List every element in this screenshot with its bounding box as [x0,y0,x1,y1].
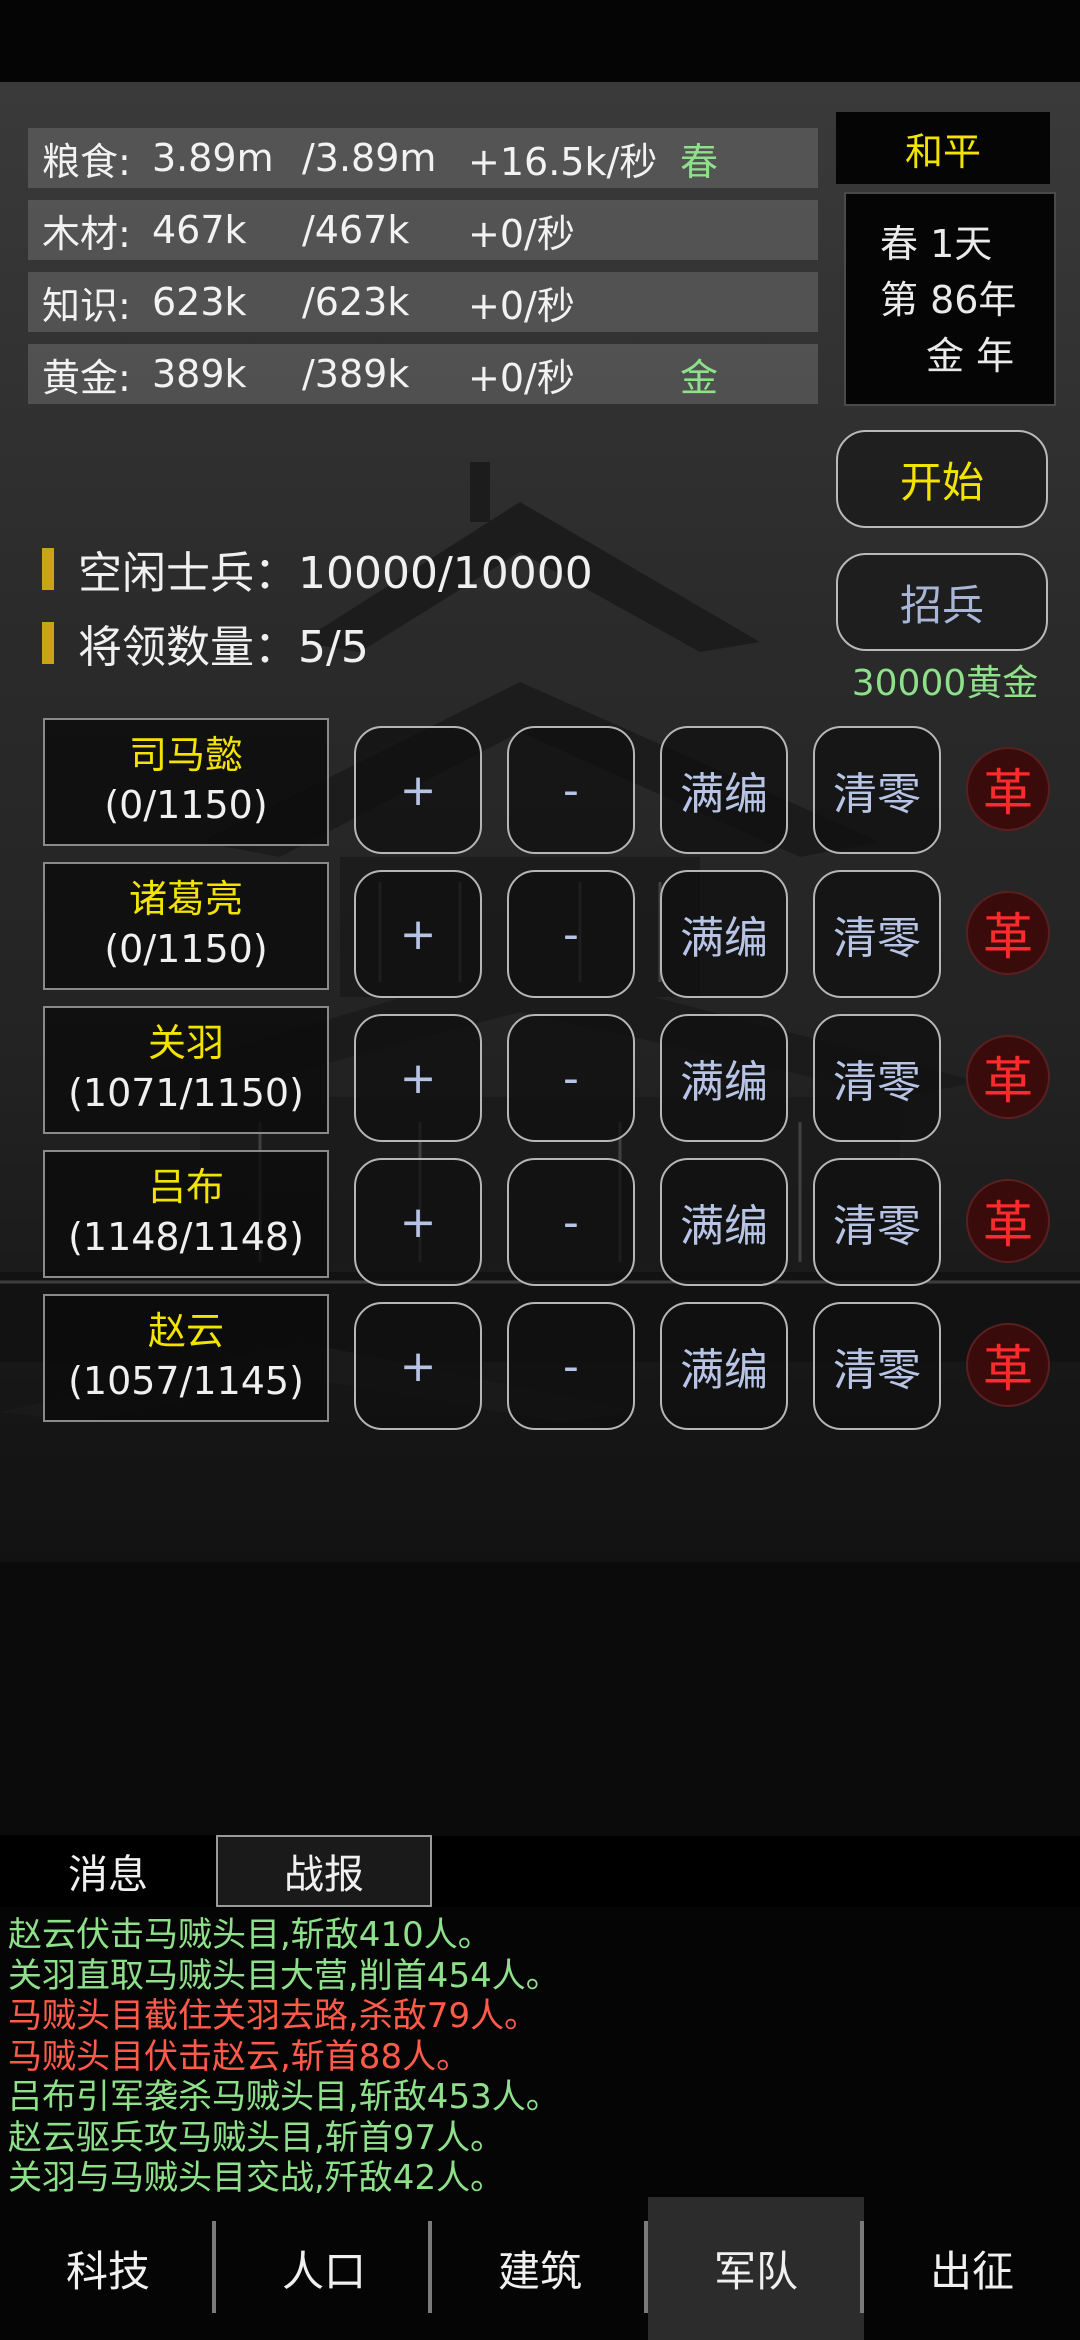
nav-label: 建筑 [497,2247,582,2296]
general-count: 将领数量：5/5 [42,615,369,673]
general-name: 赵云 [147,1309,224,1353]
remove-troops-button[interactable]: - [507,1302,635,1430]
nav-expedition[interactable]: 出征 [864,2197,1080,2340]
season-tag: 春 [680,139,719,184]
resource-current: 389k [152,352,247,396]
recruit-button[interactable]: 招兵 [836,553,1048,651]
nav-population[interactable]: 人口 [216,2197,432,2340]
fill-troops-button[interactable]: 满编 [660,1302,788,1430]
resource-name: 知识: [42,283,131,328]
general-name: 吕布 [147,1165,224,1209]
resource-cap: /467k [302,208,410,252]
resource-name: 木材: [42,211,131,256]
idle-soldiers: 空闲士兵：10000/10000 [42,541,593,599]
general-name: 诸葛亮 [128,877,243,921]
resource-row-gold: 黄金: 389k /389k +0/秒 金 [28,344,818,404]
start-button[interactable]: 开始 [836,430,1048,528]
log-entry: 赵云驱兵攻马贼头目,斩首97人。 [8,2117,505,2158]
general-troops: (0/1150) [104,783,268,827]
add-troops-button[interactable]: + [354,1158,482,1286]
general-troops: (0/1150) [104,927,268,971]
general-name: 关羽 [147,1021,224,1065]
remove-troops-button[interactable]: - [507,1158,635,1286]
add-troops-button[interactable]: + [354,1014,482,1142]
resource-row-food: 粮食: 3.89m /3.89m +16.5k/秒 春 [28,128,818,188]
remove-troops-button[interactable]: - [507,1014,635,1142]
dismiss-general-button[interactable]: 革 [966,747,1050,831]
clear-troops-button[interactable]: 清零 [813,1302,941,1430]
bullet-bar-icon [42,622,54,664]
fill-troops-button[interactable]: 满编 [660,726,788,854]
resource-row-knowledge: 知识: 623k /623k +0/秒 [28,272,818,332]
add-troops-button[interactable]: + [354,870,482,998]
nav-label: 科技 [65,2247,150,2296]
general-card: 司马懿 (0/1150) [43,718,329,846]
general-troops: (1057/1145) [68,1359,304,1403]
fill-troops-button[interactable]: 满编 [660,1014,788,1142]
element-tag: 金 [680,355,719,400]
dismiss-general-button[interactable]: 革 [966,1179,1050,1263]
log-entry: 赵云伏击马贼头目,斩敌410人。 [8,1915,492,1955]
message-log: 赵云伏击马贼头目,斩敌410人。 关羽直取马贼头目大营,削首454人。 马贼头目… [0,1907,1080,2198]
dismiss-general-button[interactable]: 革 [966,891,1050,975]
year: 第 86年 [880,278,1017,322]
game-screen: 粮食: 3.89m /3.89m +16.5k/秒 春 木材: 467k /46… [0,0,1080,2340]
add-troops-button[interactable]: + [354,1302,482,1430]
resource-rate: +0/秒 [468,355,575,400]
resource-name: 黄金: [42,355,131,400]
nav-label: 出征 [929,2247,1014,2296]
clear-troops-button[interactable]: 清零 [813,1014,941,1142]
nav-tech[interactable]: 科技 [0,2197,216,2340]
fill-troops-button[interactable]: 满编 [660,1158,788,1286]
status-bar [0,0,1080,82]
dismiss-general-button[interactable]: 革 [966,1035,1050,1119]
resource-name: 粮食: [42,139,131,184]
resource-rate: +0/秒 [468,283,575,328]
log-entry: 马贼头目伏击赵云,斩首88人。 [8,2036,471,2077]
tab-battle-report[interactable]: 战报 [216,1835,432,1907]
element-year: 金 年 [926,334,1015,378]
resource-current: 3.89m [152,136,274,180]
general-card: 诸葛亮 (0/1150) [43,862,329,990]
resource-rate: +0/秒 [468,211,575,256]
resource-current: 623k [152,280,247,324]
log-entry: 吕布引军袭杀马贼头目,斩敌453人。 [8,2077,560,2117]
general-troops: (1071/1150) [68,1071,304,1115]
bullet-bar-icon [42,548,54,590]
idle-soldiers-label: 空闲士兵：10000/10000 [78,548,593,599]
fill-troops-button[interactable]: 满编 [660,870,788,998]
recruit-cost: 30000黄金 [851,663,1039,704]
clear-troops-button[interactable]: 清零 [813,1158,941,1286]
resource-rate: +16.5k/秒 [468,139,658,184]
resource-cap: /389k [302,352,410,396]
general-card: 赵云 (1057/1145) [43,1294,329,1422]
clear-troops-button[interactable]: 清零 [813,726,941,854]
season-day: 春 1天 [880,222,993,266]
resource-current: 467k [152,208,247,252]
log-entry: 关羽与马贼头目交战,歼敌42人。 [8,2158,505,2198]
remove-troops-button[interactable]: - [507,726,635,854]
resource-cap: /623k [302,280,410,324]
date-panel: 春 1天 第 86年 金 年 [844,192,1056,406]
general-card: 关羽 (1071/1150) [43,1006,329,1134]
nav-label: 军队 [713,2247,798,2296]
nav-label: 人口 [281,2247,366,2296]
dismiss-general-button[interactable]: 革 [966,1323,1050,1407]
log-entry: 马贼头目截住关羽去路,杀敌79人。 [8,1996,539,2036]
general-name: 司马懿 [128,733,243,777]
bottom-nav: 科技 人口 建筑 军队 出征 [0,2197,1080,2340]
nav-buildings[interactable]: 建筑 [432,2197,648,2340]
general-card: 吕布 (1148/1148) [43,1150,329,1278]
peace-status: 和平 [836,112,1050,184]
clear-troops-button[interactable]: 清零 [813,870,941,998]
general-troops: (1148/1148) [68,1215,304,1259]
general-count-label: 将领数量：5/5 [78,622,369,673]
remove-troops-button[interactable]: - [507,870,635,998]
resource-cap: /3.89m [302,136,437,180]
add-troops-button[interactable]: + [354,726,482,854]
tab-messages[interactable]: 消息 [0,1835,216,1907]
log-entry: 关羽直取马贼头目大营,削首454人。 [8,1955,560,1996]
nav-army[interactable]: 军队 [648,2197,864,2340]
resource-row-wood: 木材: 467k /467k +0/秒 [28,200,818,260]
